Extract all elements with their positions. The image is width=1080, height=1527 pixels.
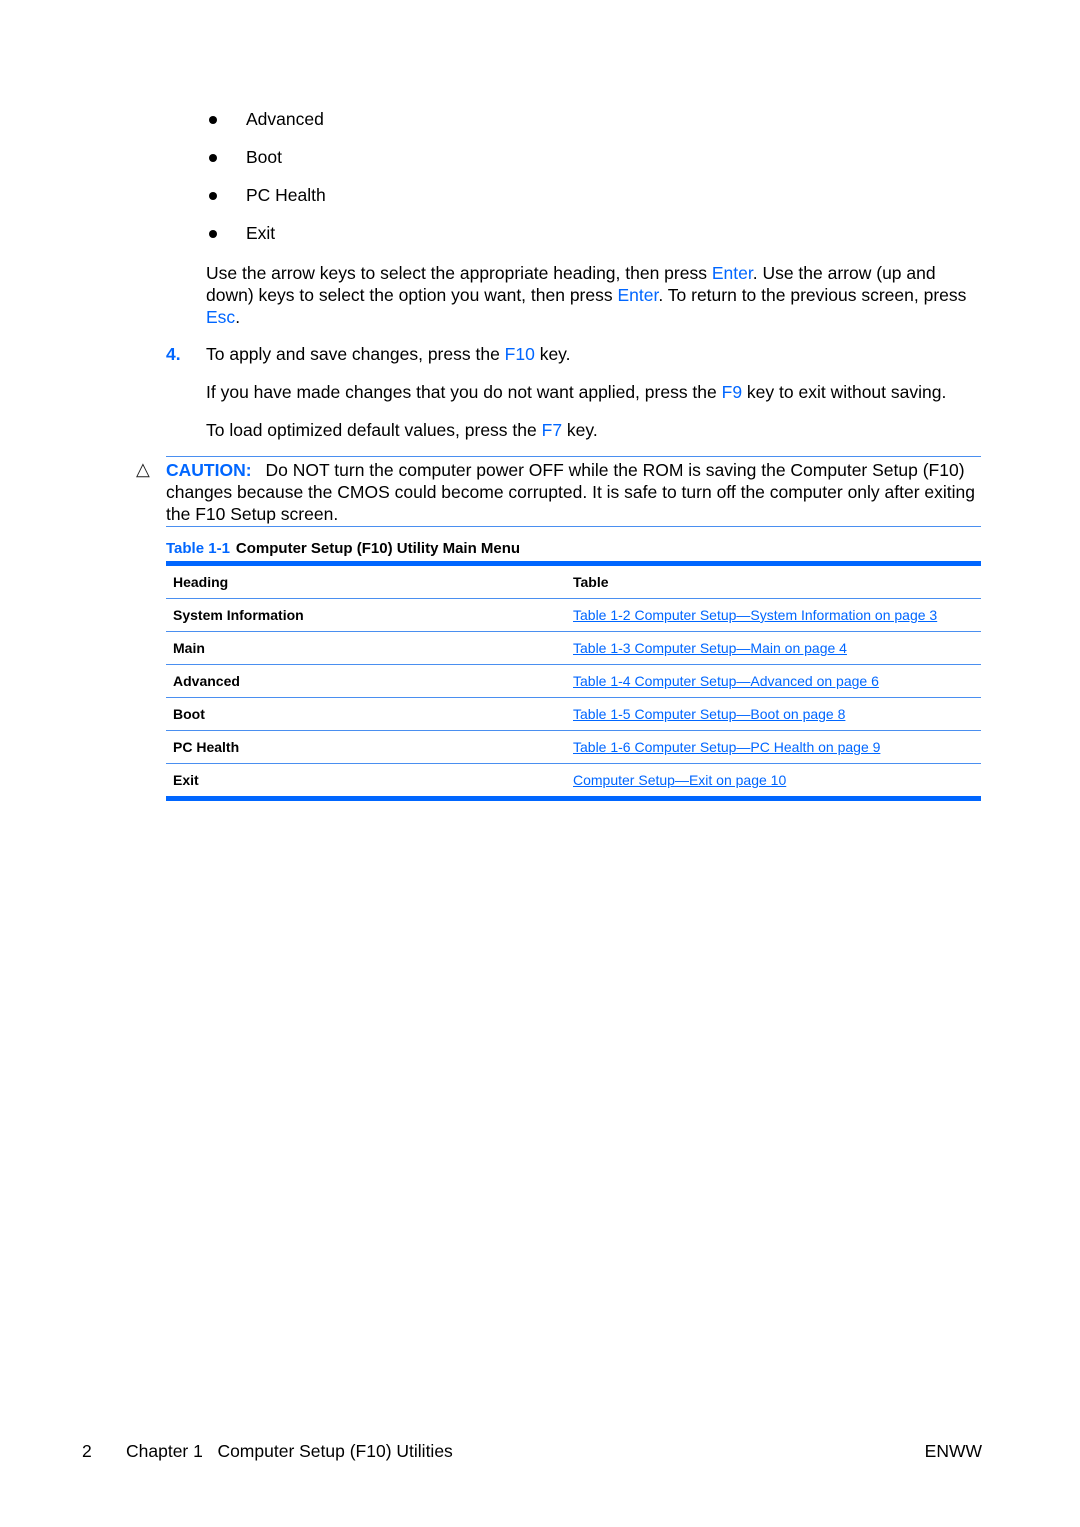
table-link[interactable]: Table 1-3 Computer Setup—Main on page 4 — [573, 640, 847, 656]
menu-heading-list: Advanced Boot PC Health Exit — [206, 108, 326, 260]
navigation-instructions: Use the arrow keys to select the appropr… — [206, 262, 986, 328]
table-link[interactable]: Computer Setup—Exit on page 10 — [573, 772, 786, 788]
bullet-icon — [209, 116, 217, 124]
column-header-heading: Heading — [166, 563, 566, 599]
text: . — [235, 307, 241, 327]
key-enter: Enter — [711, 263, 753, 283]
defaults-instructions: To load optimized default values, press … — [206, 419, 986, 441]
text: To load optimized default values, press … — [206, 420, 542, 440]
key-f9: F9 — [721, 382, 743, 402]
text: To apply and save changes, press the — [206, 344, 505, 364]
key-esc: Esc — [206, 307, 236, 327]
table-link[interactable]: Table 1-5 Computer Setup—Boot on page 8 — [573, 706, 845, 722]
row-heading: Boot — [166, 697, 566, 731]
list-item-text: PC Health — [246, 185, 326, 205]
column-header-table: Table — [566, 563, 981, 599]
row-link-cell: Table 1-4 Computer Setup—Advanced on pag… — [566, 664, 981, 698]
warning-triangle-icon: △ — [136, 459, 150, 479]
table-caption: Table 1-1 Computer Setup (F10) Utility Ma… — [166, 539, 520, 559]
step-4-text: To apply and save changes, press the F10… — [206, 343, 986, 365]
table-row: Exit Computer Setup—Exit on page 10 — [166, 764, 981, 799]
discard-instructions: If you have made changes that you do not… — [206, 381, 986, 403]
list-item: Exit — [206, 222, 326, 260]
table-row: Main Table 1-3 Computer Setup—Main on pa… — [166, 631, 981, 665]
table-row: System Information Table 1-2 Computer Se… — [166, 598, 981, 632]
text: If you have made changes that you do not… — [206, 382, 722, 402]
table-link[interactable]: Table 1-2 Computer Setup—System Informat… — [573, 607, 937, 623]
bullet-icon — [209, 230, 217, 238]
table-row: Boot Table 1-5 Computer Setup—Boot on pa… — [166, 697, 981, 731]
list-item: PC Health — [206, 184, 326, 222]
table-link[interactable]: Table 1-6 Computer Setup—PC Health on pa… — [573, 739, 880, 755]
text: Use the arrow keys to select the appropr… — [206, 263, 712, 283]
list-item: Boot — [206, 146, 326, 184]
table-row: Advanced Table 1-4 Computer Setup—Advanc… — [166, 664, 981, 698]
row-heading: PC Health — [166, 730, 566, 764]
row-link-cell: Table 1-5 Computer Setup—Boot on page 8 — [566, 697, 981, 731]
caution-box: △ CAUTION: Do NOT turn the computer power… — [136, 456, 981, 527]
row-link-cell: Computer Setup—Exit on page 10 — [566, 764, 981, 799]
text: key. — [534, 344, 571, 364]
row-link-cell: Table 1-3 Computer Setup—Main on page 4 — [566, 631, 981, 665]
table-title: Computer Setup (F10) Utility Main Menu — [235, 540, 521, 557]
key-enter: Enter — [617, 285, 659, 305]
bullet-icon — [209, 192, 217, 200]
bullet-icon — [209, 154, 217, 162]
row-link-cell: Table 1-6 Computer Setup—PC Health on pa… — [566, 730, 981, 764]
caution-text: Do NOT turn the computer power OFF while… — [166, 460, 976, 524]
text: key to exit without saving. — [742, 382, 947, 402]
table-link[interactable]: Table 1-4 Computer Setup—Advanced on pag… — [573, 673, 879, 689]
table-number: Table 1-1 — [166, 540, 230, 557]
list-item-text: Exit — [246, 223, 276, 243]
step-number: 4. — [166, 344, 181, 364]
table-row: PC Health Table 1-6 Computer Setup—PC He… — [166, 730, 981, 764]
text: key. — [562, 420, 598, 440]
chapter-title: Chapter 1 Computer Setup (F10) Utilities — [126, 1441, 453, 1461]
main-menu-table: Heading Table System Information Table 1… — [166, 561, 981, 801]
key-f7: F7 — [541, 420, 563, 440]
row-link-cell: Table 1-2 Computer Setup—System Informat… — [566, 598, 981, 632]
list-item: Advanced — [206, 108, 326, 146]
list-item-text: Advanced — [246, 109, 324, 129]
row-heading: Advanced — [166, 664, 566, 698]
row-heading: System Information — [166, 598, 566, 632]
key-f10: F10 — [504, 344, 535, 364]
list-item-text: Boot — [246, 147, 282, 167]
row-heading: Exit — [173, 772, 199, 788]
footer-right-label: ENWW — [924, 1441, 982, 1461]
page-number: 2 — [82, 1441, 92, 1461]
text: . To return to the previous screen, pres… — [658, 285, 967, 305]
caution-label: CAUTION: — [166, 460, 252, 480]
table-header-row: Heading Table — [166, 563, 981, 599]
row-heading: Main — [166, 631, 566, 665]
